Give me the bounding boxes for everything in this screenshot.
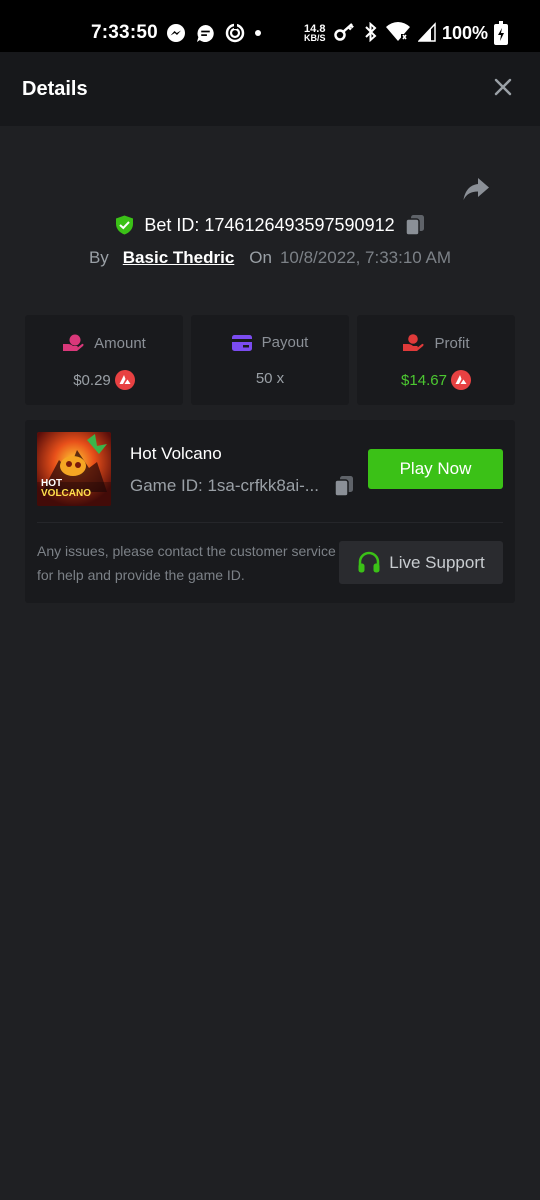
stat-amount-label: Amount <box>94 334 146 352</box>
sync-icon <box>225 23 245 43</box>
page-title: Details <box>22 78 88 100</box>
chat-icon <box>196 24 214 42</box>
battery-icon <box>494 21 508 45</box>
headset-icon <box>358 551 380 572</box>
bet-id: Bet ID: 1746126493597590912 <box>144 214 395 235</box>
details-header: Details <box>0 52 540 126</box>
stat-profit-label: Profit <box>434 334 470 352</box>
copy-icon[interactable] <box>404 214 425 236</box>
dot-icon <box>255 30 261 36</box>
close-icon[interactable] <box>488 72 518 102</box>
game-id: Game ID: 1sa-crfkk8ai-... <box>130 476 319 495</box>
card-icon <box>231 334 252 351</box>
play-now-button[interactable]: Play Now <box>368 449 503 489</box>
game-thumbnail[interactable]: HOT VOLCANO <box>37 432 111 506</box>
bet-author-row: By Basic Thedric On 10/8/2022, 7:33:10 A… <box>0 248 540 268</box>
avax-coin-icon <box>114 370 135 390</box>
thumb-title-2: VOLCANO <box>41 488 91 499</box>
profit-hand-icon <box>403 334 425 351</box>
stat-profit-value: $14.67 <box>401 371 447 389</box>
net-speed: 14.8 KB/S <box>304 23 326 43</box>
wifi-icon <box>386 22 410 41</box>
copy-icon[interactable] <box>334 475 354 497</box>
live-support-label: Live Support <box>389 552 485 572</box>
help-text: Any issues, please contact the customer … <box>37 543 336 583</box>
battery-level: 100% <box>442 23 489 43</box>
stat-payout-value: 50 x <box>255 370 285 387</box>
stat-profit: Profit $14.67 <box>357 315 515 405</box>
game-name[interactable]: Hot Volcano <box>130 444 222 464</box>
bet-id-row: Bet ID: 1746126493597590912 <box>0 214 540 236</box>
status-bar: 7:33:50 14.8 KB/S 100% <box>0 0 540 52</box>
bluetooth-icon <box>365 22 377 42</box>
avax-coin-icon <box>450 370 471 390</box>
status-time: 7:33:50 <box>91 22 158 43</box>
messenger-icon <box>167 24 185 42</box>
on-label: On <box>249 248 272 267</box>
stat-payout: Payout 50 x <box>191 315 349 405</box>
divider <box>37 522 503 523</box>
signal-icon <box>418 22 436 42</box>
share-icon[interactable] <box>462 176 490 202</box>
stat-amount-value: $0.29 <box>73 371 111 389</box>
bet-date: 10/8/2022, 7:33:10 AM <box>279 248 452 267</box>
key-icon <box>334 23 354 41</box>
money-hand-icon <box>63 334 84 351</box>
game-card: HOT VOLCANO Hot Volcano Game ID: 1sa-crf… <box>25 420 515 603</box>
bet-stats: Amount $0.29 Payout 50 x Profit $14.67 <box>25 315 515 405</box>
by-label: By <box>88 248 109 267</box>
stat-payout-label: Payout <box>261 334 309 351</box>
user-link[interactable]: Basic Thedric <box>123 248 235 268</box>
live-support-button[interactable]: Live Support <box>339 541 503 584</box>
stat-amount: Amount $0.29 <box>25 315 183 405</box>
shield-check-icon <box>116 215 134 235</box>
